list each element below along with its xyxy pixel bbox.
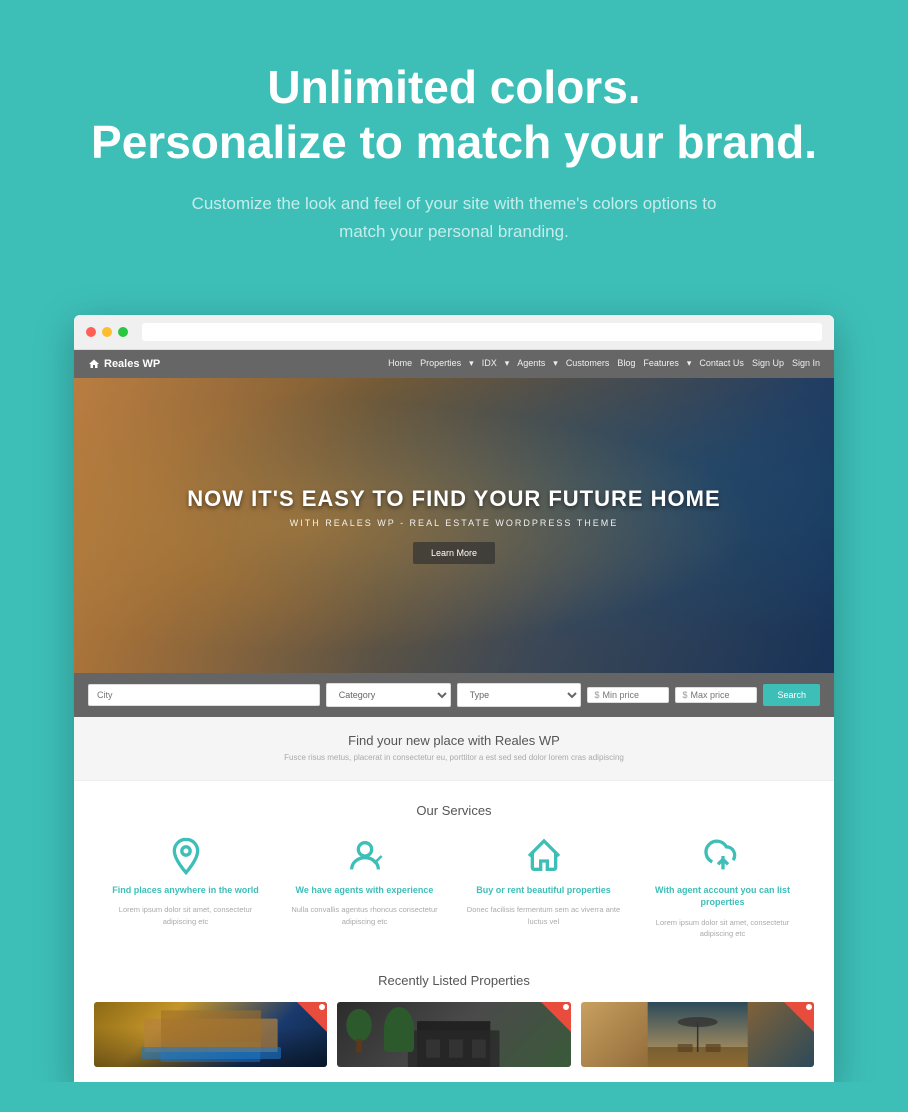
property-image-2 [337,1002,570,1067]
site-hero-title: NOW IT'S EASY TO FIND YOUR FUTURE HOME [187,486,720,512]
nav-signup[interactable]: Sign Up [752,358,784,369]
tree-decoration [342,1007,377,1057]
properties-grid [94,1002,814,1067]
services-section: Our Services Find places anywhere in the… [74,781,834,958]
category-select[interactable]: Category [326,683,451,707]
nav-contact[interactable]: Contact Us [699,358,744,369]
site-hero-content: NOW IT'S EASY TO FIND YOUR FUTURE HOME W… [187,486,720,564]
property-card-3[interactable] [581,1002,814,1067]
properties-section: Recently Listed Properties [74,957,834,1087]
tagline-title: Find your new place with Reales WP [94,733,814,748]
service-4-name: With agent account you can list properti… [641,884,804,909]
property-search-bar: Category Type $ $ Search [74,673,834,717]
service-agents: We have agents with experience Nulla con… [283,836,446,940]
search-button[interactable]: Search [763,684,820,706]
site-tagline-section: Find your new place with Reales WP Fusce… [74,717,834,781]
services-title: Our Services [104,803,804,818]
service-3-desc: Donec facilisis fermentum sem ac viverra… [462,904,625,927]
service-1-name: Find places anywhere in the world [112,884,259,897]
hero-title-line1: Unlimited colors. [267,61,640,113]
dark-building [372,1012,535,1067]
service-find-places: Find places anywhere in the world Lorem … [104,836,267,940]
property-badge-2 [541,1002,571,1032]
tagline-text: Fusce risus metus, placerat in consectet… [94,752,814,764]
service-4-desc: Lorem ipsum dolor sit amet, consectetur … [641,917,804,940]
service-list-properties: With agent account you can list properti… [641,836,804,940]
properties-title: Recently Listed Properties [94,973,814,988]
learn-more-button[interactable]: Learn More [413,542,495,564]
nav-customers[interactable]: Customers [566,358,610,369]
nav-signin[interactable]: Sign In [792,358,820,369]
browser-bar [74,315,834,350]
property-image-3 [581,1002,814,1067]
site-hero-subtitle: WITH REALES WP - REAL ESTATE WORDPRESS T… [187,518,720,528]
site-hero-banner: NOW IT'S EASY TO FIND YOUR FUTURE HOME W… [74,378,834,673]
nav-properties[interactable]: Properties [420,358,461,369]
max-price-symbol: $ [682,690,687,700]
building-silhouette [106,1002,316,1052]
browser-close-dot [86,327,96,337]
browser-mockup: Reales WP Home Properties ▾ IDX ▾ Agents… [74,315,834,1088]
service-3-name: Buy or rent beautiful properties [476,884,611,897]
home-icon [88,358,100,370]
min-price-input[interactable] [602,690,662,700]
brand-name: Reales WP [104,358,160,370]
site-brand: Reales WP [88,358,160,370]
agent-icon [345,836,385,876]
min-price-field: $ [587,687,669,703]
property-card-1[interactable] [94,1002,327,1067]
upload-cloud-icon [703,836,743,876]
location-icon [166,836,206,876]
property-card-2[interactable] [337,1002,570,1067]
site-navbar: Reales WP Home Properties ▾ IDX ▾ Agents… [74,350,834,378]
service-2-desc: Nulla convallis agentus rhoncus consecte… [283,904,446,927]
city-search-input[interactable] [88,684,320,706]
nav-features[interactable]: Features [643,358,679,369]
browser-max-dot [118,327,128,337]
property-image-1 [94,1002,327,1067]
browser-url-bar [142,323,822,341]
service-1-desc: Lorem ipsum dolor sit amet, consectetur … [104,904,267,927]
hero-text-section: Unlimited colors. Personalize to match y… [0,0,908,285]
nav-blog[interactable]: Blog [617,358,635,369]
service-2-name: We have agents with experience [296,884,434,897]
hero-subtitle: Customize the look and feel of your site… [174,190,734,244]
hero-title-line2: Personalize to match your brand. [91,116,817,168]
hero-title: Unlimited colors. Personalize to match y… [80,60,828,170]
site-nav-links: Home Properties ▾ IDX ▾ Agents ▾ Custome… [388,358,820,369]
bottom-teal-section [0,1082,908,1112]
browser-min-dot [102,327,112,337]
type-select[interactable]: Type [457,683,582,707]
max-price-field: $ [675,687,757,703]
terrace-scene [581,1002,814,1067]
services-grid: Find places anywhere in the world Lorem … [104,836,804,940]
min-price-symbol: $ [594,690,599,700]
house-icon [524,836,564,876]
max-price-input[interactable] [690,690,750,700]
nav-home[interactable]: Home [388,358,412,369]
service-buy-rent: Buy or rent beautiful properties Donec f… [462,836,625,940]
nav-idx[interactable]: IDX [482,358,497,369]
nav-agents[interactable]: Agents [517,358,545,369]
